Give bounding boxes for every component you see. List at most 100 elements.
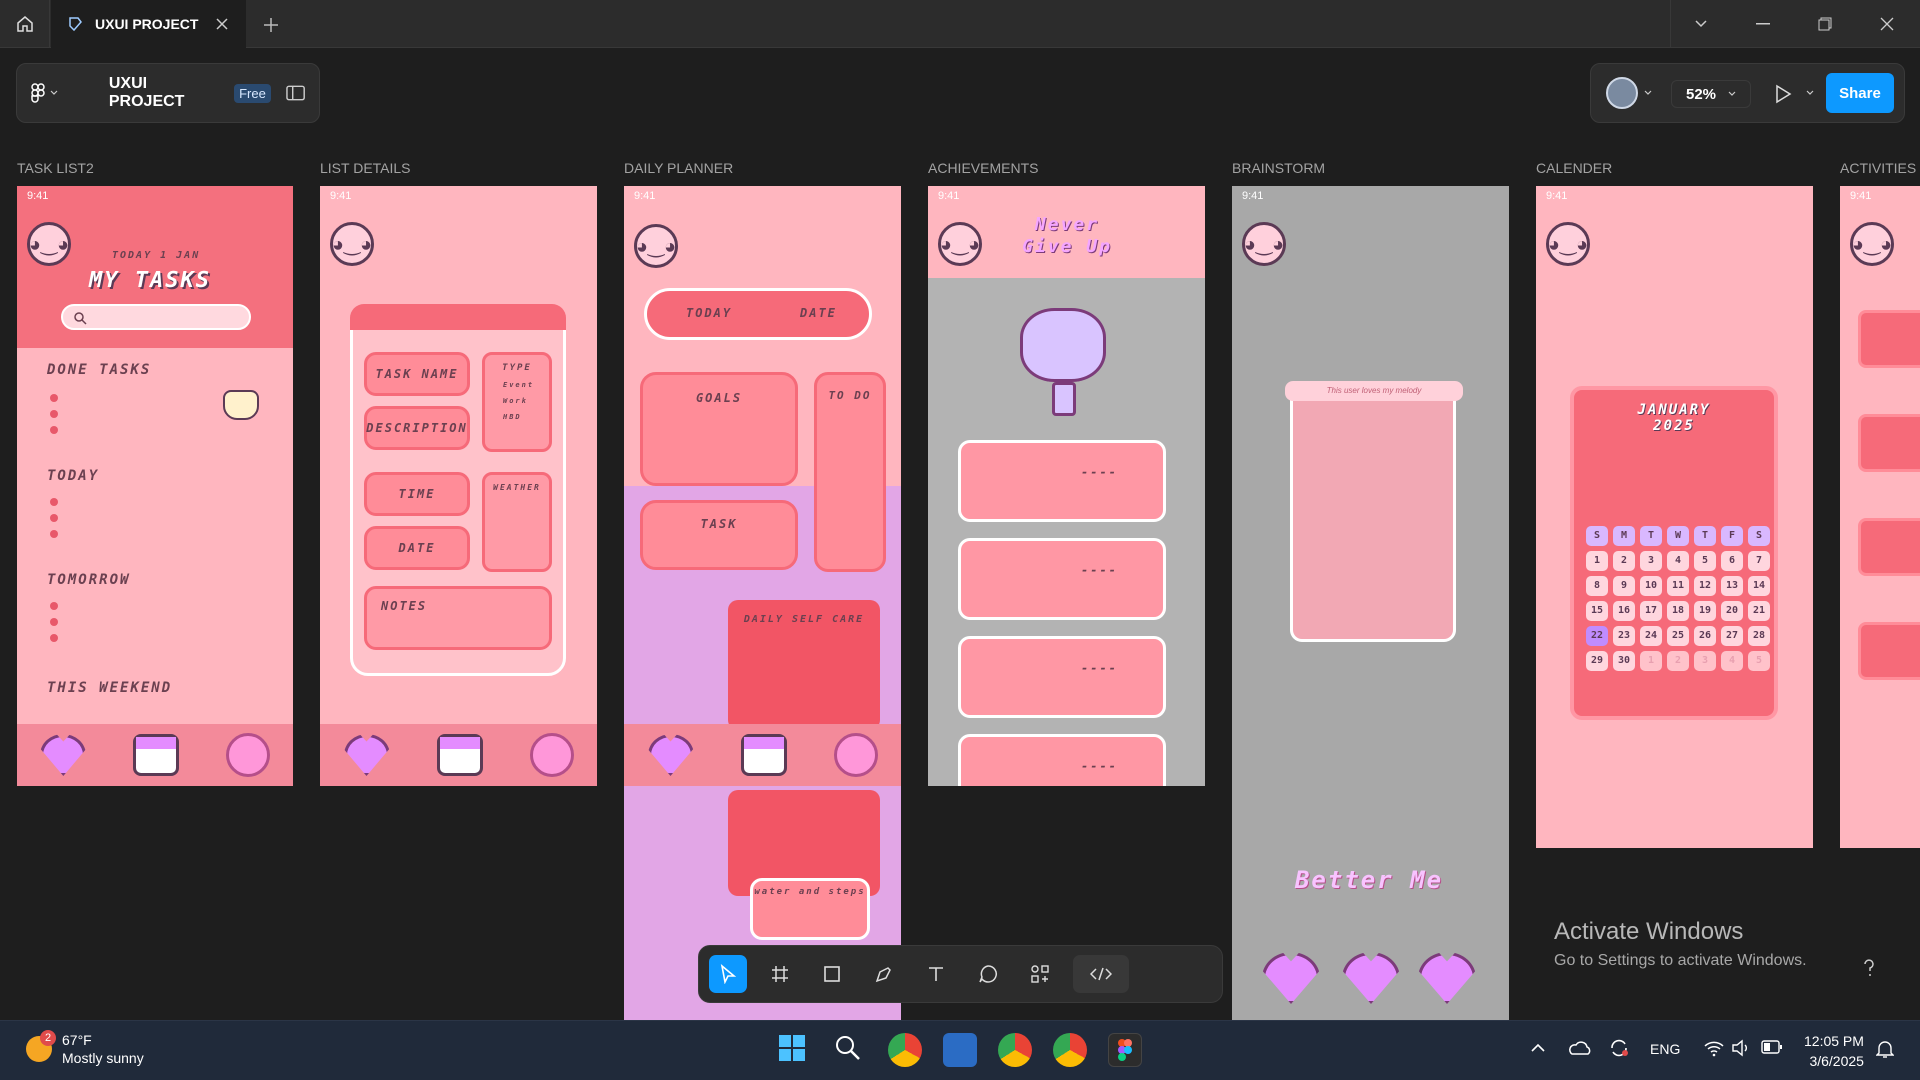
frame-label[interactable]: LIST DETAILS: [320, 160, 411, 176]
calendar-day[interactable]: 10: [1640, 576, 1662, 596]
activity-card[interactable]: [1858, 518, 1920, 576]
type-option[interactable]: HBD: [503, 413, 549, 421]
chevron-down-icon[interactable]: [1806, 90, 1814, 96]
today-tab[interactable]: TODAY: [686, 306, 732, 320]
battery-icon[interactable]: [1761, 1040, 1783, 1054]
date-tab[interactable]: DATE: [800, 306, 837, 320]
activity-card[interactable]: [1858, 622, 1920, 680]
achievement-card[interactable]: ----: [958, 734, 1166, 786]
frame-activities[interactable]: 9:41 ◕‿◕: [1840, 186, 1920, 848]
share-button[interactable]: Share: [1826, 73, 1894, 113]
calendar-day[interactable]: 29: [1586, 651, 1608, 671]
heart-icon[interactable]: [1262, 952, 1320, 1004]
calendar-day[interactable]: 27: [1721, 626, 1743, 646]
restore-button[interactable]: [1794, 0, 1856, 48]
frame-brainstorm[interactable]: 9:41 ◕‿◕ This user loves my melody Bette…: [1232, 186, 1509, 1020]
calendar-icon[interactable]: [436, 734, 483, 776]
actions-tool[interactable]: [1021, 955, 1059, 993]
todo-card[interactable]: TO DO: [814, 372, 886, 572]
file-tab[interactable]: UXUI PROJECT: [51, 0, 246, 48]
close-window-button[interactable]: [1856, 0, 1918, 48]
calendar-day[interactable]: 3: [1640, 551, 1662, 571]
calendar-day[interactable]: 4: [1721, 651, 1743, 671]
self-care-card[interactable]: DAILY SELF CARE: [728, 600, 880, 730]
weather-widget[interactable]: 2 67°F Mostly sunny: [26, 1030, 144, 1067]
time-field[interactable]: TIME: [364, 472, 470, 516]
volume-icon[interactable]: [1731, 1039, 1751, 1057]
language-indicator[interactable]: ENG: [1650, 1041, 1680, 1057]
chevron-up-icon[interactable]: [1530, 1043, 1546, 1053]
heart-icon[interactable]: [40, 734, 87, 776]
settings-gear-icon[interactable]: [225, 733, 270, 777]
calendar-day[interactable]: 5: [1694, 551, 1716, 571]
calendar-day[interactable]: 18: [1667, 601, 1689, 621]
calendar-day[interactable]: 13: [1721, 576, 1743, 596]
calendar-icon[interactable]: [740, 734, 787, 776]
frame-list-details[interactable]: 9:41 ◕‿◕ TASK NAME DESCRIPTION TYPE Even…: [320, 186, 597, 786]
achievement-card[interactable]: ----: [958, 636, 1166, 718]
search-button[interactable]: [833, 1033, 867, 1067]
calendar-day[interactable]: 1: [1640, 651, 1662, 671]
tabs-dropdown[interactable]: [1670, 0, 1732, 48]
main-menu-button[interactable]: [31, 83, 79, 103]
type-option[interactable]: Work: [503, 397, 549, 405]
wifi-icon[interactable]: [1703, 1039, 1725, 1057]
help-icon[interactable]: [1862, 958, 1876, 978]
mood-board[interactable]: This user loves my melody: [1285, 381, 1463, 642]
settings-gear-icon[interactable]: [833, 733, 878, 777]
system-clock[interactable]: 12:05 PM 3/6/2025: [1804, 1031, 1864, 1071]
heart-icon[interactable]: [1342, 952, 1400, 1004]
pen-tool[interactable]: [865, 955, 903, 993]
onedrive-icon[interactable]: [1568, 1039, 1592, 1057]
start-button[interactable]: [777, 1033, 811, 1067]
new-tab-icon[interactable]: [258, 12, 284, 38]
calendar-day[interactable]: 5: [1748, 651, 1770, 671]
close-icon[interactable]: [212, 14, 232, 34]
frame-achievements[interactable]: 9:41 ◕‿◕ Never Give Up ---- ---- ---- --…: [928, 186, 1205, 786]
activity-card[interactable]: [1858, 310, 1920, 368]
avatar[interactable]: [1606, 77, 1638, 109]
calendar-day[interactable]: 30: [1613, 651, 1635, 671]
calendar-day[interactable]: 7: [1748, 551, 1770, 571]
present-play-icon[interactable]: [1774, 84, 1792, 104]
calendar-day[interactable]: 26: [1694, 626, 1716, 646]
heart-icon[interactable]: [647, 734, 694, 776]
calendar-day[interactable]: 28: [1748, 626, 1770, 646]
project-name[interactable]: UXUI PROJECT: [109, 75, 222, 111]
calendar-day[interactable]: 8: [1586, 576, 1608, 596]
minimize-button[interactable]: [1732, 0, 1794, 48]
calendar-day[interactable]: 1: [1586, 551, 1608, 571]
move-tool[interactable]: [709, 955, 747, 993]
search-input[interactable]: [61, 304, 251, 330]
frame-label[interactable]: CALENDER: [1536, 160, 1612, 176]
rectangle-tool[interactable]: [813, 955, 851, 993]
frame-task-list[interactable]: 9:41 ◕‿◕ TODAY 1 JAN MY TASKS DONE TASKS…: [17, 186, 293, 786]
water-steps-card[interactable]: water and steps: [750, 878, 870, 940]
frame-label[interactable]: DAILY PLANNER: [624, 160, 733, 176]
sidebar-toggle-icon[interactable]: [286, 85, 305, 101]
calendar-day[interactable]: 2: [1667, 651, 1689, 671]
calendar-day[interactable]: 19: [1694, 601, 1716, 621]
home-button[interactable]: [0, 0, 50, 48]
frame-daily-planner[interactable]: 9:41 ◕‿◕ TODAY DATE GOALS TO DO TASK DAI…: [624, 186, 901, 1020]
calendar-icon[interactable]: [132, 734, 179, 776]
chrome-app-icon[interactable]: [888, 1033, 922, 1067]
chevron-down-icon[interactable]: [1644, 90, 1652, 96]
calendar-day[interactable]: 21: [1748, 601, 1770, 621]
calendar-day[interactable]: 24: [1640, 626, 1662, 646]
calendar-day[interactable]: 12: [1694, 576, 1716, 596]
comment-tool[interactable]: [969, 955, 1007, 993]
settings-gear-icon[interactable]: [529, 733, 574, 777]
calendar-day[interactable]: 17: [1640, 601, 1662, 621]
calendar-day[interactable]: 16: [1613, 601, 1635, 621]
calendar-day[interactable]: 25: [1667, 626, 1689, 646]
frame-tool[interactable]: [761, 955, 799, 993]
figma-app-icon[interactable]: [1108, 1033, 1142, 1067]
zoom-dropdown[interactable]: 52%: [1671, 80, 1751, 108]
description-field[interactable]: DESCRIPTION: [364, 406, 470, 450]
achievement-card[interactable]: ----: [958, 538, 1166, 620]
date-field[interactable]: DATE: [364, 526, 470, 570]
heart-icon[interactable]: [1418, 952, 1476, 1004]
type-option[interactable]: Event: [503, 381, 549, 389]
frame-label[interactable]: BRAINSTORM: [1232, 160, 1325, 176]
